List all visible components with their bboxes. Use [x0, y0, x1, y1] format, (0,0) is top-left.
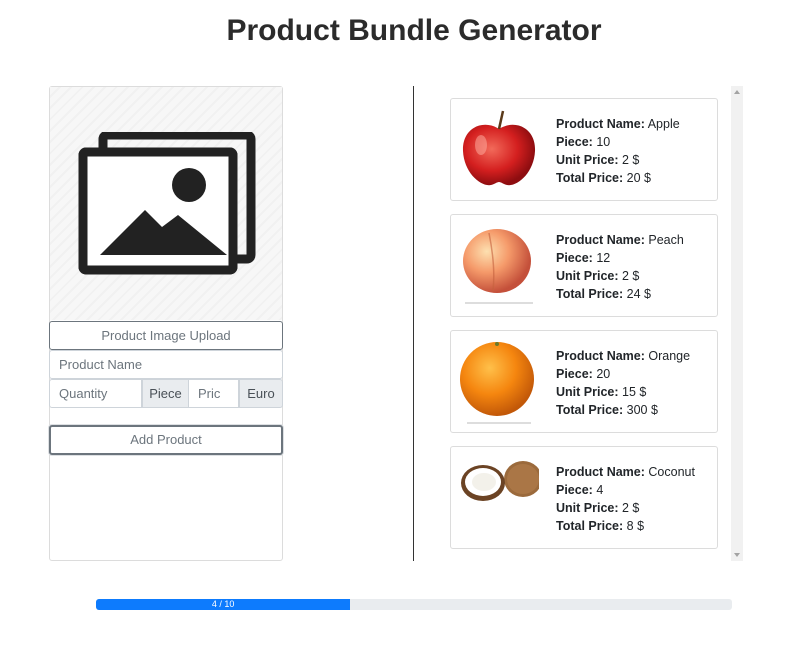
piece-value: 20	[596, 367, 611, 381]
progress-fill: 4 / 10	[96, 599, 351, 610]
piece-label: Piece:	[556, 367, 593, 381]
total-price-value: 8 $	[626, 519, 645, 533]
product-name-value: Orange	[648, 349, 691, 363]
product-name-label: Product Name:	[556, 465, 645, 479]
product-list-scrollbar[interactable]	[731, 86, 743, 561]
unit-price-label: Unit Price:	[556, 269, 619, 283]
product-card: Product Name: Apple Piece: 10 Unit Price…	[450, 98, 718, 201]
scrollbar-thumb[interactable]	[733, 100, 741, 547]
price-input[interactable]: Pric	[189, 379, 239, 408]
piece-value: 12	[596, 251, 611, 265]
product-image-upload-button[interactable]: Product Image Upload	[49, 321, 283, 350]
unit-price-value: 2 $	[622, 269, 640, 283]
quantity-input[interactable]: Quantity	[49, 379, 142, 408]
coconut-image	[461, 461, 539, 501]
image-placeholder-icon	[78, 132, 256, 275]
product-name-label: Product Name:	[556, 349, 645, 363]
total-price-label: Total Price:	[556, 403, 624, 417]
piece-label: Piece:	[556, 135, 593, 149]
piece-label: Piece:	[556, 483, 593, 497]
scroll-down-arrow-icon[interactable]	[734, 553, 740, 557]
product-card: Product Name: Coconut Piece: 4 Unit Pric…	[450, 446, 718, 549]
piece-unit-label: Piece	[142, 379, 189, 408]
product-name-input[interactable]: Product Name	[49, 350, 283, 379]
product-form-card: Product Image Upload Product Name Quanti…	[49, 86, 283, 561]
product-name-value: Coconut	[648, 465, 695, 479]
peach-image	[463, 229, 533, 304]
scroll-up-arrow-icon[interactable]	[734, 90, 740, 94]
euro-unit-label: Euro	[239, 379, 283, 408]
product-name-value: Peach	[648, 233, 684, 247]
product-card: Product Name: Peach Piece: 12 Unit Price…	[450, 214, 718, 317]
unit-price-label: Unit Price:	[556, 153, 619, 167]
progress-label: 4 / 10	[211, 599, 235, 609]
total-price-label: Total Price:	[556, 287, 624, 301]
unit-price-label: Unit Price:	[556, 385, 619, 399]
orange-image	[460, 342, 534, 424]
unit-price-value: 15 $	[622, 385, 647, 399]
add-product-button[interactable]: Add Product	[49, 425, 283, 455]
total-price-value: 20 $	[626, 171, 651, 185]
piece-value: 10	[596, 135, 611, 149]
product-name-value: Apple	[647, 117, 680, 131]
total-price-label: Total Price:	[556, 171, 624, 185]
page-title: Product Bundle Generator	[226, 14, 602, 47]
column-divider	[413, 86, 414, 561]
apple-image	[462, 110, 536, 186]
unit-price-value: 2 $	[622, 153, 640, 167]
total-price-value: 24 $	[626, 287, 651, 301]
bundle-progress-bar: 4 / 10	[96, 599, 732, 610]
product-list: Product Name: Apple Piece: 10 Unit Price…	[443, 86, 731, 561]
piece-value: 4	[596, 483, 604, 497]
total-price-label: Total Price:	[556, 519, 624, 533]
product-name-label: Product Name:	[556, 233, 645, 247]
quantity-price-group: Quantity Piece Pric Euro	[49, 379, 283, 408]
product-card: Product Name: Orange Piece: 20 Unit Pric…	[450, 330, 718, 433]
piece-label: Piece:	[556, 251, 593, 265]
unit-price-value: 2 $	[622, 501, 640, 515]
total-price-value: 300 $	[626, 403, 658, 417]
product-name-label: Product Name:	[556, 117, 645, 131]
unit-price-label: Unit Price:	[556, 501, 619, 515]
image-preview	[50, 87, 282, 320]
